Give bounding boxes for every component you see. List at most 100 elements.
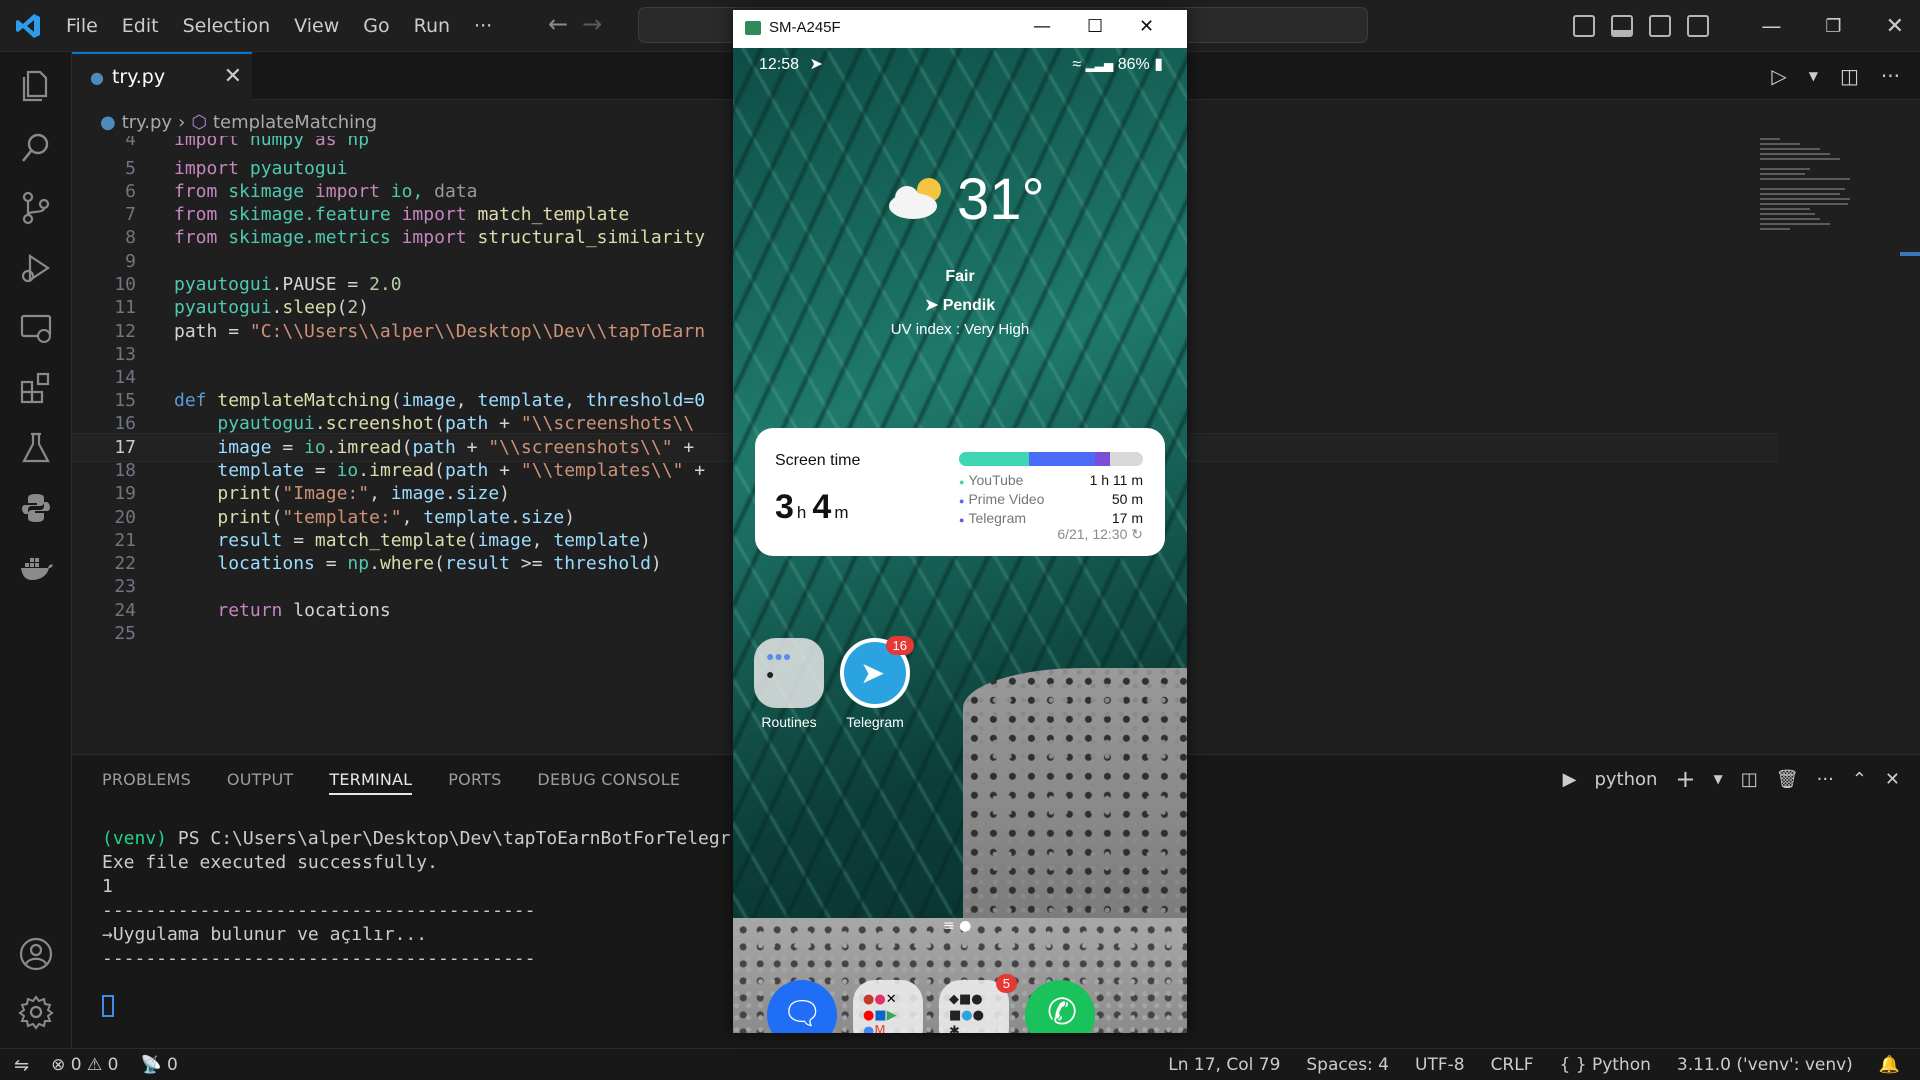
weather-condition: Fair (945, 268, 975, 285)
terminal-shell-label[interactable]: python (1594, 769, 1657, 790)
testing-flask-icon[interactable] (18, 430, 54, 466)
terminal-output[interactable]: (venv) PS C:\Users\alper\Desktop\Dev\tap… (102, 827, 731, 971)
history-nav: ← → (548, 10, 602, 38)
warning-count: 0 (107, 1055, 119, 1075)
social-apps-folder-icon[interactable]: ●●✕ ●■▶ ●M (853, 980, 923, 1033)
tab-problems[interactable]: PROBLEMS (102, 755, 191, 805)
app-label: Telegram (846, 714, 904, 730)
usage-segment (1095, 452, 1110, 466)
menu-go[interactable]: Go (351, 15, 401, 37)
toggle-panel-icon[interactable] (1611, 15, 1634, 37)
close-window-icon[interactable]: ✕ (1139, 16, 1154, 37)
maximize-panel-chevron-up-icon[interactable]: ⌃ (1852, 769, 1867, 790)
extensions-icon[interactable] (18, 370, 54, 406)
docker-icon[interactable] (18, 550, 54, 586)
scrcpy-app-icon (745, 21, 761, 35)
weather-uv-index: UV index : Very High (890, 321, 1030, 338)
routines-folder-icon: ●●● ● (754, 638, 824, 708)
close-panel-icon[interactable]: ✕ (1885, 769, 1900, 790)
new-terminal-plus-icon[interactable]: + (1675, 765, 1695, 793)
language-mode[interactable]: { } Python (1560, 1055, 1651, 1075)
forward-arrow-icon[interactable]: → (582, 10, 602, 38)
search-icon[interactable] (18, 130, 54, 166)
app-routines[interactable]: ●●● ● Routines (749, 638, 829, 730)
explorer-icon[interactable] (18, 68, 54, 104)
source-control-icon[interactable] (18, 190, 54, 226)
screen-time-minutes: 4 (812, 488, 832, 526)
problems-indicator[interactable]: ⊗ 0 ⚠ 0 (51, 1055, 118, 1075)
refresh-icon[interactable]: ↻ (1131, 526, 1143, 542)
line-ending[interactable]: CRLF (1491, 1055, 1534, 1075)
tab-output[interactable]: OUTPUT (227, 755, 293, 805)
close-tab-icon[interactable]: ✕ (224, 64, 242, 89)
terminal-line: ---------------------------------------- (102, 948, 536, 969)
menu-more[interactable]: ··· (462, 15, 504, 37)
tab-terminal[interactable]: TERMINAL (329, 755, 413, 805)
indentation[interactable]: Spaces: 4 (1306, 1055, 1389, 1075)
breadcrumb-symbol[interactable]: templateMatching (213, 112, 377, 133)
minimize-icon[interactable]: — (1761, 14, 1781, 38)
tab-try-py[interactable]: ● try.py ✕ (72, 52, 252, 100)
signal-icon: ▂▃▅ (1085, 58, 1114, 72)
python-file-icon: ● (90, 67, 104, 87)
hours-unit: h (796, 503, 807, 522)
menu-view[interactable]: View (282, 15, 351, 37)
maximize-icon[interactable]: ☐ (1087, 16, 1103, 37)
encoding[interactable]: UTF-8 (1415, 1055, 1465, 1075)
ports-indicator[interactable]: 📡 0 (140, 1055, 177, 1075)
more-actions-icon[interactable]: ··· (1817, 769, 1834, 790)
split-terminal-icon[interactable]: ◫ (1741, 769, 1758, 790)
minimap[interactable] (1760, 138, 1860, 268)
tab-ports[interactable]: PORTS (448, 755, 501, 805)
minimize-icon[interactable]: — (1033, 16, 1051, 37)
cursor-position[interactable]: Ln 17, Col 79 (1168, 1055, 1280, 1075)
back-arrow-icon[interactable]: ← (548, 10, 568, 38)
run-file-icon[interactable]: ▷ (1771, 64, 1786, 88)
symbol-method-icon: ⬡ (191, 111, 207, 133)
toggle-primary-sidebar-icon[interactable] (1573, 15, 1596, 37)
close-window-icon[interactable]: ✕ (1886, 14, 1904, 39)
terminal-cursor (102, 995, 114, 1017)
weather-temperature: 31° (957, 167, 1045, 232)
trash-icon[interactable]: 🗑 (1776, 769, 1799, 790)
crypto-apps-folder-icon[interactable]: ◆■● ■●● ✱ 5 (939, 974, 1017, 1033)
menu-edit[interactable]: Edit (110, 15, 171, 37)
screen-time-app-row: YouTube 1 h 11 m (959, 470, 1143, 489)
restore-icon[interactable]: ❐ (1825, 16, 1841, 37)
menu-run[interactable]: Run (402, 15, 462, 37)
phone-window-title: SM-A245F (769, 19, 841, 36)
python-icon[interactable] (18, 490, 54, 526)
screen-time-widget[interactable]: Screen time 3h4m YouTube1 h 11 mPrime Vi… (755, 428, 1165, 556)
notifications-bell-icon[interactable]: 🔔 (1879, 1055, 1900, 1075)
wifi-icon: ≈ (1072, 56, 1082, 73)
settings-gear-icon[interactable] (18, 994, 54, 1030)
customize-layout-icon[interactable] (1687, 15, 1710, 37)
run-debug-icon[interactable] (18, 250, 54, 286)
activity-bar (0, 52, 72, 1048)
phone-screen[interactable]: 12:58 ➤ ≈ ▂▃▅ 86% ▮ 31° Fair ➤ Pendik UV… (733, 48, 1187, 1033)
remote-explorer-icon[interactable] (18, 310, 54, 346)
panel-actions: ▶ python + ▼ ◫ 🗑 ··· ⌃ ✕ (1563, 765, 1900, 793)
updated-time: 6/21, 12:30 (1057, 526, 1128, 542)
menu-selection[interactable]: Selection (171, 15, 283, 37)
app-usage-time: 17 m (1111, 509, 1143, 526)
terminal-dropdown-chevron-icon[interactable]: ▼ (1714, 772, 1723, 786)
app-usage-time: 1 h 11 m (1089, 471, 1143, 488)
remote-indicator-icon[interactable]: ⇋ (14, 1055, 29, 1076)
accounts-icon[interactable] (18, 936, 54, 972)
app-telegram[interactable]: ➤ 16 Telegram (835, 636, 915, 730)
vertical-scrollbar[interactable] (1900, 252, 1920, 256)
breadcrumb-file[interactable]: try.py (122, 112, 172, 133)
weather-location: ➤ Pendik (733, 295, 1187, 315)
menu-file[interactable]: File (54, 15, 110, 37)
page-indicator[interactable]: ≡ ● (943, 918, 971, 934)
tab-debug-console[interactable]: DEBUG CONSOLE (537, 755, 680, 805)
more-actions-icon[interactable]: ··· (1881, 64, 1900, 88)
terminal-line: ---------------------------------------- (102, 900, 536, 921)
python-interpreter[interactable]: 3.11.0 ('venv': venv) (1677, 1055, 1853, 1075)
battery-level: 86% (1117, 56, 1150, 73)
run-dropdown-chevron-icon[interactable]: ▼ (1809, 69, 1818, 83)
screen-time-hours: 3 (775, 488, 794, 526)
split-editor-icon[interactable]: ◫ (1840, 64, 1859, 88)
toggle-secondary-sidebar-icon[interactable] (1649, 15, 1672, 37)
